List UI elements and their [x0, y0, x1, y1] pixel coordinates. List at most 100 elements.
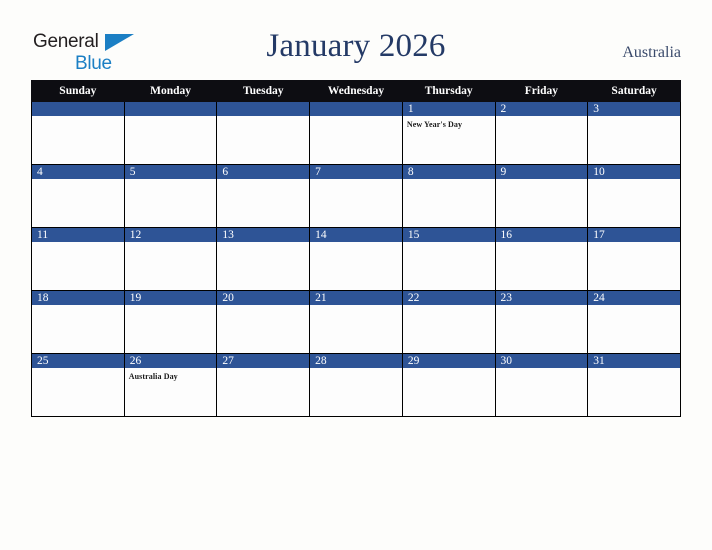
day-number: 1: [402, 102, 495, 116]
region-label: Australia: [622, 44, 681, 61]
day-cell-body: [310, 305, 402, 308]
calendar-day-cell[interactable]: [216, 101, 311, 165]
day-cell-body: [310, 116, 402, 119]
day-number: 6: [217, 165, 310, 179]
calendar-day-cell[interactable]: 12: [123, 227, 218, 291]
day-cell-body: [403, 368, 495, 371]
calendar-day-cell[interactable]: 28: [309, 353, 403, 417]
day-cell-body: Australia Day: [125, 368, 217, 382]
day-cell-body: [32, 242, 124, 245]
page-title: January 2026: [266, 28, 446, 64]
day-number: 30: [495, 354, 588, 368]
day-cell-body: [32, 116, 124, 119]
calendar-body: 1 New Year's Day 2 3 4 5 6 7 8 9 10 11 12 13 14 15 16 17 1…: [31, 101, 681, 417]
day-cell-body: [496, 368, 588, 371]
weekday-header-wednesday: Wednesday: [309, 80, 403, 102]
day-cell-body: [32, 305, 124, 308]
day-number: 21: [310, 291, 402, 305]
day-cell-body: [217, 116, 309, 119]
day-cell-body: [125, 179, 217, 182]
day-cell-body: [125, 305, 217, 308]
calendar-day-cell[interactable]: 6: [216, 164, 311, 228]
calendar-day-cell[interactable]: 31: [587, 353, 681, 417]
day-cell-body: [588, 368, 680, 371]
calendar-day-cell[interactable]: 20: [216, 290, 311, 354]
weekday-header-friday: Friday: [494, 80, 589, 102]
calendar-day-cell[interactable]: [31, 101, 125, 165]
calendar-day-cell[interactable]: 22: [401, 290, 496, 354]
calendar-day-cell[interactable]: 17: [587, 227, 681, 291]
day-cell-body: [496, 116, 588, 119]
day-number: 31: [588, 354, 680, 368]
calendar-day-cell[interactable]: 29: [401, 353, 496, 417]
weekday-header-monday: Monday: [123, 80, 218, 102]
day-number: 29: [402, 354, 495, 368]
day-cell-body: [310, 179, 402, 182]
day-cell-body: [588, 116, 680, 119]
calendar-day-cell[interactable]: 25: [31, 353, 125, 417]
calendar-day-cell[interactable]: 14: [309, 227, 403, 291]
day-cell-body: [125, 242, 217, 245]
calendar-day-cell[interactable]: 18: [31, 290, 125, 354]
day-number: [32, 102, 124, 116]
calendar-week-row: 1 New Year's Day 2 3: [31, 101, 681, 165]
day-number: 19: [124, 291, 217, 305]
day-number: 3: [588, 102, 680, 116]
day-cell-body: New Year's Day: [403, 116, 495, 130]
day-number: 13: [217, 228, 310, 242]
calendar-day-cell[interactable]: [309, 101, 403, 165]
calendar-week-row: 25 26 Australia Day 27 28 29 30 31: [31, 353, 681, 417]
weekday-header-sunday: Sunday: [31, 80, 125, 102]
day-cell-body: [310, 242, 402, 245]
day-number: [217, 102, 310, 116]
calendar-day-cell[interactable]: 2: [494, 101, 589, 165]
calendar-week-row: 18 19 20 21 22 23 24: [31, 290, 681, 354]
calendar-day-cell[interactable]: 15: [401, 227, 496, 291]
calendar-day-cell[interactable]: 16: [494, 227, 589, 291]
day-cell-body: [32, 368, 124, 371]
calendar-day-cell[interactable]: 4: [31, 164, 125, 228]
day-number: 24: [588, 291, 680, 305]
weekday-header-thursday: Thursday: [401, 80, 496, 102]
day-cell-body: [588, 305, 680, 308]
day-number: [124, 102, 217, 116]
calendar-grid: Sunday Monday Tuesday Wednesday Thursday…: [31, 80, 681, 417]
day-number: 25: [32, 354, 124, 368]
day-number: 22: [402, 291, 495, 305]
calendar-day-cell[interactable]: 24: [587, 290, 681, 354]
calendar-day-cell[interactable]: 27: [216, 353, 311, 417]
calendar-day-cell[interactable]: [123, 101, 218, 165]
day-cell-body: [496, 179, 588, 182]
calendar-day-cell[interactable]: 30: [494, 353, 589, 417]
calendar-week-row: 4 5 6 7 8 9 10: [31, 164, 681, 228]
calendar-week-row: 11 12 13 14 15 16 17: [31, 227, 681, 291]
calendar-day-cell[interactable]: 23: [494, 290, 589, 354]
calendar-day-cell[interactable]: 7: [309, 164, 403, 228]
holiday-label: Australia Day: [128, 372, 178, 381]
day-number: 7: [310, 165, 402, 179]
calendar-day-cell[interactable]: 26 Australia Day: [123, 353, 218, 417]
day-number: 14: [310, 228, 402, 242]
day-number: 17: [588, 228, 680, 242]
calendar-day-cell[interactable]: 8: [401, 164, 496, 228]
day-cell-body: [403, 179, 495, 182]
calendar-page: General Blue January 2026 Australia Sund…: [0, 0, 712, 550]
calendar-day-cell[interactable]: 5: [123, 164, 218, 228]
calendar-day-cell[interactable]: 21: [309, 290, 403, 354]
weekday-header-saturday: Saturday: [587, 80, 681, 102]
calendar-day-cell[interactable]: 9: [494, 164, 589, 228]
day-cell-body: [217, 242, 309, 245]
day-cell-body: [403, 242, 495, 245]
day-number: 9: [495, 165, 588, 179]
day-number: 12: [124, 228, 217, 242]
day-number: [310, 102, 402, 116]
calendar-day-cell[interactable]: 3: [587, 101, 681, 165]
calendar-day-cell[interactable]: 11: [31, 227, 125, 291]
calendar-day-cell[interactable]: 1 New Year's Day: [401, 101, 496, 165]
calendar-day-cell[interactable]: 10: [587, 164, 681, 228]
day-number: 15: [402, 228, 495, 242]
day-cell-body: [310, 368, 402, 371]
day-cell-body: [125, 116, 217, 119]
calendar-day-cell[interactable]: 13: [216, 227, 311, 291]
calendar-day-cell[interactable]: 19: [123, 290, 218, 354]
